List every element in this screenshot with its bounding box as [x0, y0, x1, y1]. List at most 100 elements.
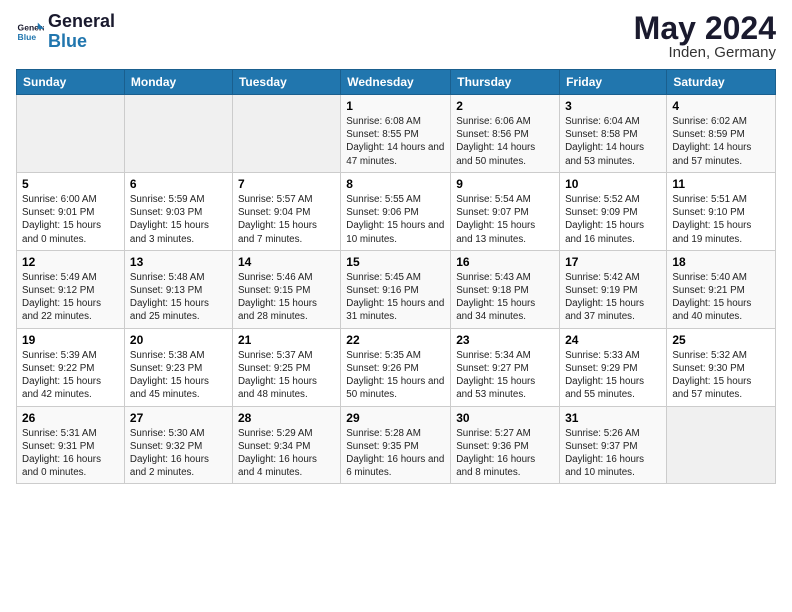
table-row: 13 Sunrise: 5:48 AM Sunset: 9:13 PM Dayli…: [124, 250, 232, 328]
day-info: Sunrise: 5:46 AM Sunset: 9:15 PM Dayligh…: [238, 271, 335, 324]
day-number: 21: [238, 333, 335, 347]
col-saturday: Saturday: [667, 70, 776, 95]
table-row: 12 Sunrise: 5:49 AM Sunset: 9:12 PM Dayli…: [17, 250, 125, 328]
day-number: 1: [346, 99, 445, 113]
day-number: 5: [22, 177, 119, 191]
day-info: Sunrise: 6:02 AM Sunset: 8:59 PM Dayligh…: [672, 115, 770, 168]
table-row: 17 Sunrise: 5:42 AM Sunset: 9:19 PM Dayli…: [560, 250, 667, 328]
day-info: Sunrise: 5:27 AM Sunset: 9:36 PM Dayligh…: [456, 427, 554, 480]
day-info: Sunrise: 5:55 AM Sunset: 9:06 PM Dayligh…: [346, 193, 445, 246]
title-block: May 2024 Inden, Germany: [634, 12, 776, 61]
day-number: 30: [456, 411, 554, 425]
table-row: 22 Sunrise: 5:35 AM Sunset: 9:26 PM Dayli…: [341, 328, 451, 406]
day-info: Sunrise: 5:37 AM Sunset: 9:25 PM Dayligh…: [238, 349, 335, 402]
table-row: 4 Sunrise: 6:02 AM Sunset: 8:59 PM Daylig…: [667, 95, 776, 173]
day-number: 20: [130, 333, 227, 347]
day-number: 22: [346, 333, 445, 347]
table-row: 16 Sunrise: 5:43 AM Sunset: 9:18 PM Dayli…: [451, 250, 560, 328]
table-row: [232, 95, 340, 173]
table-row: 27 Sunrise: 5:30 AM Sunset: 9:32 PM Dayli…: [124, 406, 232, 484]
day-number: 10: [565, 177, 661, 191]
table-row: [124, 95, 232, 173]
day-number: 3: [565, 99, 661, 113]
day-number: 15: [346, 255, 445, 269]
day-number: 8: [346, 177, 445, 191]
table-row: 3 Sunrise: 6:04 AM Sunset: 8:58 PM Daylig…: [560, 95, 667, 173]
table-row: 24 Sunrise: 5:33 AM Sunset: 9:29 PM Dayli…: [560, 328, 667, 406]
logo: General Blue GeneralBlue: [16, 12, 115, 52]
day-info: Sunrise: 5:54 AM Sunset: 9:07 PM Dayligh…: [456, 193, 554, 246]
col-friday: Friday: [560, 70, 667, 95]
day-info: Sunrise: 5:26 AM Sunset: 9:37 PM Dayligh…: [565, 427, 661, 480]
table-row: 19 Sunrise: 5:39 AM Sunset: 9:22 PM Dayli…: [17, 328, 125, 406]
day-info: Sunrise: 6:00 AM Sunset: 9:01 PM Dayligh…: [22, 193, 119, 246]
page: General Blue GeneralBlue May 2024 Inden,…: [0, 0, 792, 612]
day-info: Sunrise: 5:43 AM Sunset: 9:18 PM Dayligh…: [456, 271, 554, 324]
day-number: 9: [456, 177, 554, 191]
logo-text: GeneralBlue: [48, 12, 115, 52]
day-info: Sunrise: 5:35 AM Sunset: 9:26 PM Dayligh…: [346, 349, 445, 402]
day-number: 4: [672, 99, 770, 113]
month-title: May 2024: [634, 12, 776, 44]
calendar: Sunday Monday Tuesday Wednesday Thursday…: [16, 69, 776, 484]
day-number: 11: [672, 177, 770, 191]
table-row: 6Sunrise: 5:59 AM Sunset: 9:03 PM Daylig…: [124, 172, 232, 250]
day-number: 12: [22, 255, 119, 269]
day-number: 19: [22, 333, 119, 347]
table-row: 21 Sunrise: 5:37 AM Sunset: 9:25 PM Dayli…: [232, 328, 340, 406]
table-row: 31 Sunrise: 5:26 AM Sunset: 9:37 PM Dayli…: [560, 406, 667, 484]
day-info: Sunrise: 5:52 AM Sunset: 9:09 PM Dayligh…: [565, 193, 661, 246]
location: Inden, Germany: [634, 44, 776, 61]
col-tuesday: Tuesday: [232, 70, 340, 95]
day-info: Sunrise: 5:51 AM Sunset: 9:10 PM Dayligh…: [672, 193, 770, 246]
day-info: Sunrise: 5:40 AM Sunset: 9:21 PM Dayligh…: [672, 271, 770, 324]
col-thursday: Thursday: [451, 70, 560, 95]
table-row: 11 Sunrise: 5:51 AM Sunset: 9:10 PM Dayli…: [667, 172, 776, 250]
day-info: Sunrise: 5:34 AM Sunset: 9:27 PM Dayligh…: [456, 349, 554, 402]
day-number: 29: [346, 411, 445, 425]
day-info: Sunrise: 6:08 AM Sunset: 8:55 PM Dayligh…: [346, 115, 445, 168]
col-wednesday: Wednesday: [341, 70, 451, 95]
col-monday: Monday: [124, 70, 232, 95]
table-row: 1 Sunrise: 6:08 AM Sunset: 8:55 PM Daylig…: [341, 95, 451, 173]
day-number: 25: [672, 333, 770, 347]
day-number: 2: [456, 99, 554, 113]
table-row: 14Sunrise: 5:46 AM Sunset: 9:15 PM Dayli…: [232, 250, 340, 328]
day-number: 24: [565, 333, 661, 347]
day-info: Sunrise: 5:49 AM Sunset: 9:12 PM Dayligh…: [22, 271, 119, 324]
day-number: 16: [456, 255, 554, 269]
day-number: 23: [456, 333, 554, 347]
day-info: Sunrise: 5:42 AM Sunset: 9:19 PM Dayligh…: [565, 271, 661, 324]
day-info: Sunrise: 5:30 AM Sunset: 9:32 PM Dayligh…: [130, 427, 227, 480]
day-info: Sunrise: 5:48 AM Sunset: 9:13 PM Dayligh…: [130, 271, 227, 324]
day-info: Sunrise: 6:04 AM Sunset: 8:58 PM Dayligh…: [565, 115, 661, 168]
day-number: 17: [565, 255, 661, 269]
table-row: 8 Sunrise: 5:55 AM Sunset: 9:06 PM Daylig…: [341, 172, 451, 250]
day-info: Sunrise: 5:57 AM Sunset: 9:04 PM Dayligh…: [238, 193, 335, 246]
day-number: 28: [238, 411, 335, 425]
day-info: Sunrise: 5:29 AM Sunset: 9:34 PM Dayligh…: [238, 427, 335, 480]
day-info: Sunrise: 5:33 AM Sunset: 9:29 PM Dayligh…: [565, 349, 661, 402]
day-number: 18: [672, 255, 770, 269]
day-info: Sunrise: 5:39 AM Sunset: 9:22 PM Dayligh…: [22, 349, 119, 402]
table-row: 15Sunrise: 5:45 AM Sunset: 9:16 PM Dayli…: [341, 250, 451, 328]
day-number: 31: [565, 411, 661, 425]
table-row: 2 Sunrise: 6:06 AM Sunset: 8:56 PM Daylig…: [451, 95, 560, 173]
header: General Blue GeneralBlue May 2024 Inden,…: [16, 12, 776, 61]
table-row: 5 Sunrise: 6:00 AM Sunset: 9:01 PM Daylig…: [17, 172, 125, 250]
table-row: 18 Sunrise: 5:40 AM Sunset: 9:21 PM Dayli…: [667, 250, 776, 328]
table-row: [17, 95, 125, 173]
table-row: 28 Sunrise: 5:29 AM Sunset: 9:34 PM Dayli…: [232, 406, 340, 484]
table-row: 9 Sunrise: 5:54 AM Sunset: 9:07 PM Daylig…: [451, 172, 560, 250]
day-info: Sunrise: 6:06 AM Sunset: 8:56 PM Dayligh…: [456, 115, 554, 168]
day-info: Sunrise: 5:32 AM Sunset: 9:30 PM Dayligh…: [672, 349, 770, 402]
day-number: 13: [130, 255, 227, 269]
col-sunday: Sunday: [17, 70, 125, 95]
table-row: 7Sunrise: 5:57 AM Sunset: 9:04 PM Daylig…: [232, 172, 340, 250]
day-number: 27: [130, 411, 227, 425]
table-row: 30 Sunrise: 5:27 AM Sunset: 9:36 PM Dayli…: [451, 406, 560, 484]
day-info: Sunrise: 5:31 AM Sunset: 9:31 PM Dayligh…: [22, 427, 119, 480]
table-row: 25 Sunrise: 5:32 AM Sunset: 9:30 PM Dayli…: [667, 328, 776, 406]
day-info: Sunrise: 5:59 AM Sunset: 9:03 PM Dayligh…: [130, 193, 227, 246]
logo-icon: General Blue: [16, 18, 44, 46]
